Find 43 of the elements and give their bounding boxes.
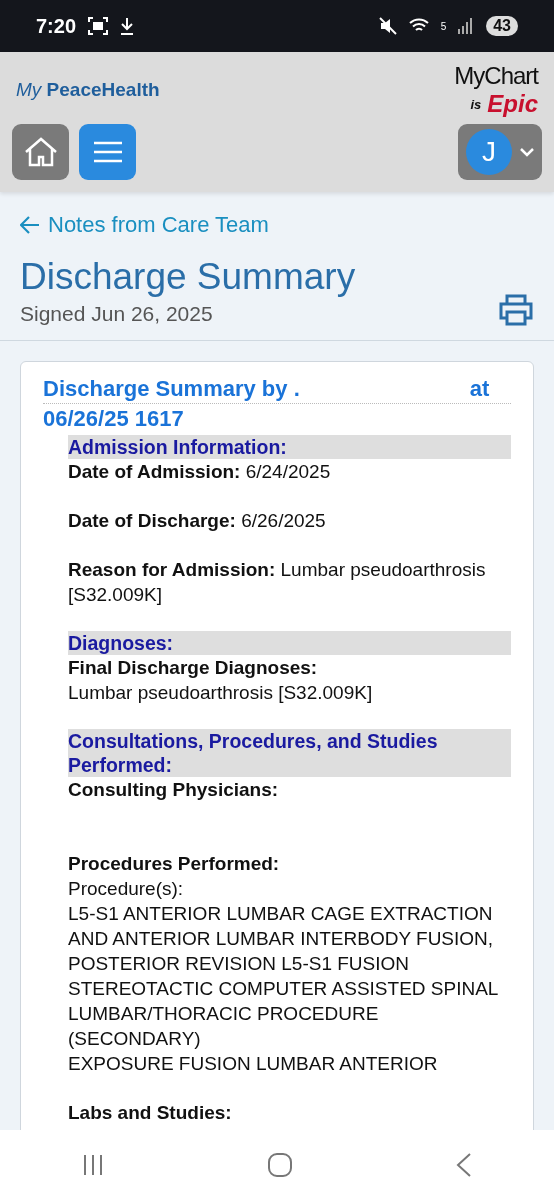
- field-value: L5-S1 ANTERIOR LUMBAR CAGE EXTRACTION AND ANTERIOR LUMBAR INTERBODY FUSION, POSTERIOR REVISION L5-S1 FUSION: [68, 902, 495, 976]
- battery-level: 43: [486, 16, 518, 36]
- field-text: Reason for Admission: Lumbar pseudoarthrosis [S32.009K]: [68, 558, 487, 607]
- page-title: Discharge Summary: [20, 256, 356, 298]
- back-icon[interactable]: [456, 1153, 472, 1177]
- screenshot-icon: [88, 17, 109, 35]
- home-button[interactable]: [12, 124, 69, 180]
- note-title: Discharge Summary by .: [43, 375, 300, 403]
- field-text: Date of Admission: 6/24/2025: [68, 460, 332, 484]
- field-label: Consulting Physicians:: [68, 778, 280, 802]
- field-value: STEREOTACTIC COMPUTER ASSISTED SPINAL LUMBAR/THORACIC PROCEDURE (SECONDARY): [68, 977, 499, 1051]
- account-button[interactable]: J: [458, 124, 542, 180]
- menu-icon: [93, 141, 122, 163]
- field-label: Final Discharge Diagnoses:: [68, 656, 319, 680]
- chevron-down-icon: [520, 147, 534, 157]
- recent-apps-icon[interactable]: [82, 1154, 104, 1176]
- logo-text: is: [470, 96, 482, 112]
- note-time: 06/26/25 1617: [43, 405, 185, 433]
- mychart-logo: MyChart: [454, 62, 538, 90]
- signal-icon: [458, 18, 475, 34]
- home-nav-icon[interactable]: [268, 1153, 292, 1177]
- download-icon: [120, 17, 135, 35]
- field-value: Lumbar pseudoarthrosis [S32.009K]: [68, 681, 374, 705]
- back-link[interactable]: Notes from Care Team: [20, 212, 534, 238]
- field-value: EXPOSURE FUSION LUMBAR ANTERIOR: [68, 1052, 439, 1076]
- section-heading: Admission Information:: [68, 435, 511, 459]
- field-label: Labs and Studies:: [68, 1101, 233, 1125]
- mute-icon: [378, 17, 397, 35]
- section-heading: Diagnoses:: [68, 631, 511, 655]
- signed-date: Signed Jun 26, 2025: [20, 302, 214, 326]
- section-heading: Consultations, Procedures, and Studies Performed:: [68, 729, 511, 777]
- wifi-label: 5: [440, 20, 447, 32]
- field-label: Procedures Performed:: [68, 852, 281, 876]
- menu-button[interactable]: [79, 124, 136, 180]
- field-text: Date of Discharge: 6/26/2025: [68, 509, 327, 533]
- epic-logo: Epic: [487, 90, 538, 118]
- arrow-left-icon: [20, 216, 40, 234]
- field-value: Procedure(s):: [68, 877, 185, 901]
- note-title: at: [469, 375, 490, 403]
- print-icon[interactable]: [498, 294, 534, 326]
- status-time: 7:20: [36, 14, 77, 38]
- brand-logo: My PeaceHealth: [15, 79, 160, 101]
- home-icon: [23, 137, 58, 167]
